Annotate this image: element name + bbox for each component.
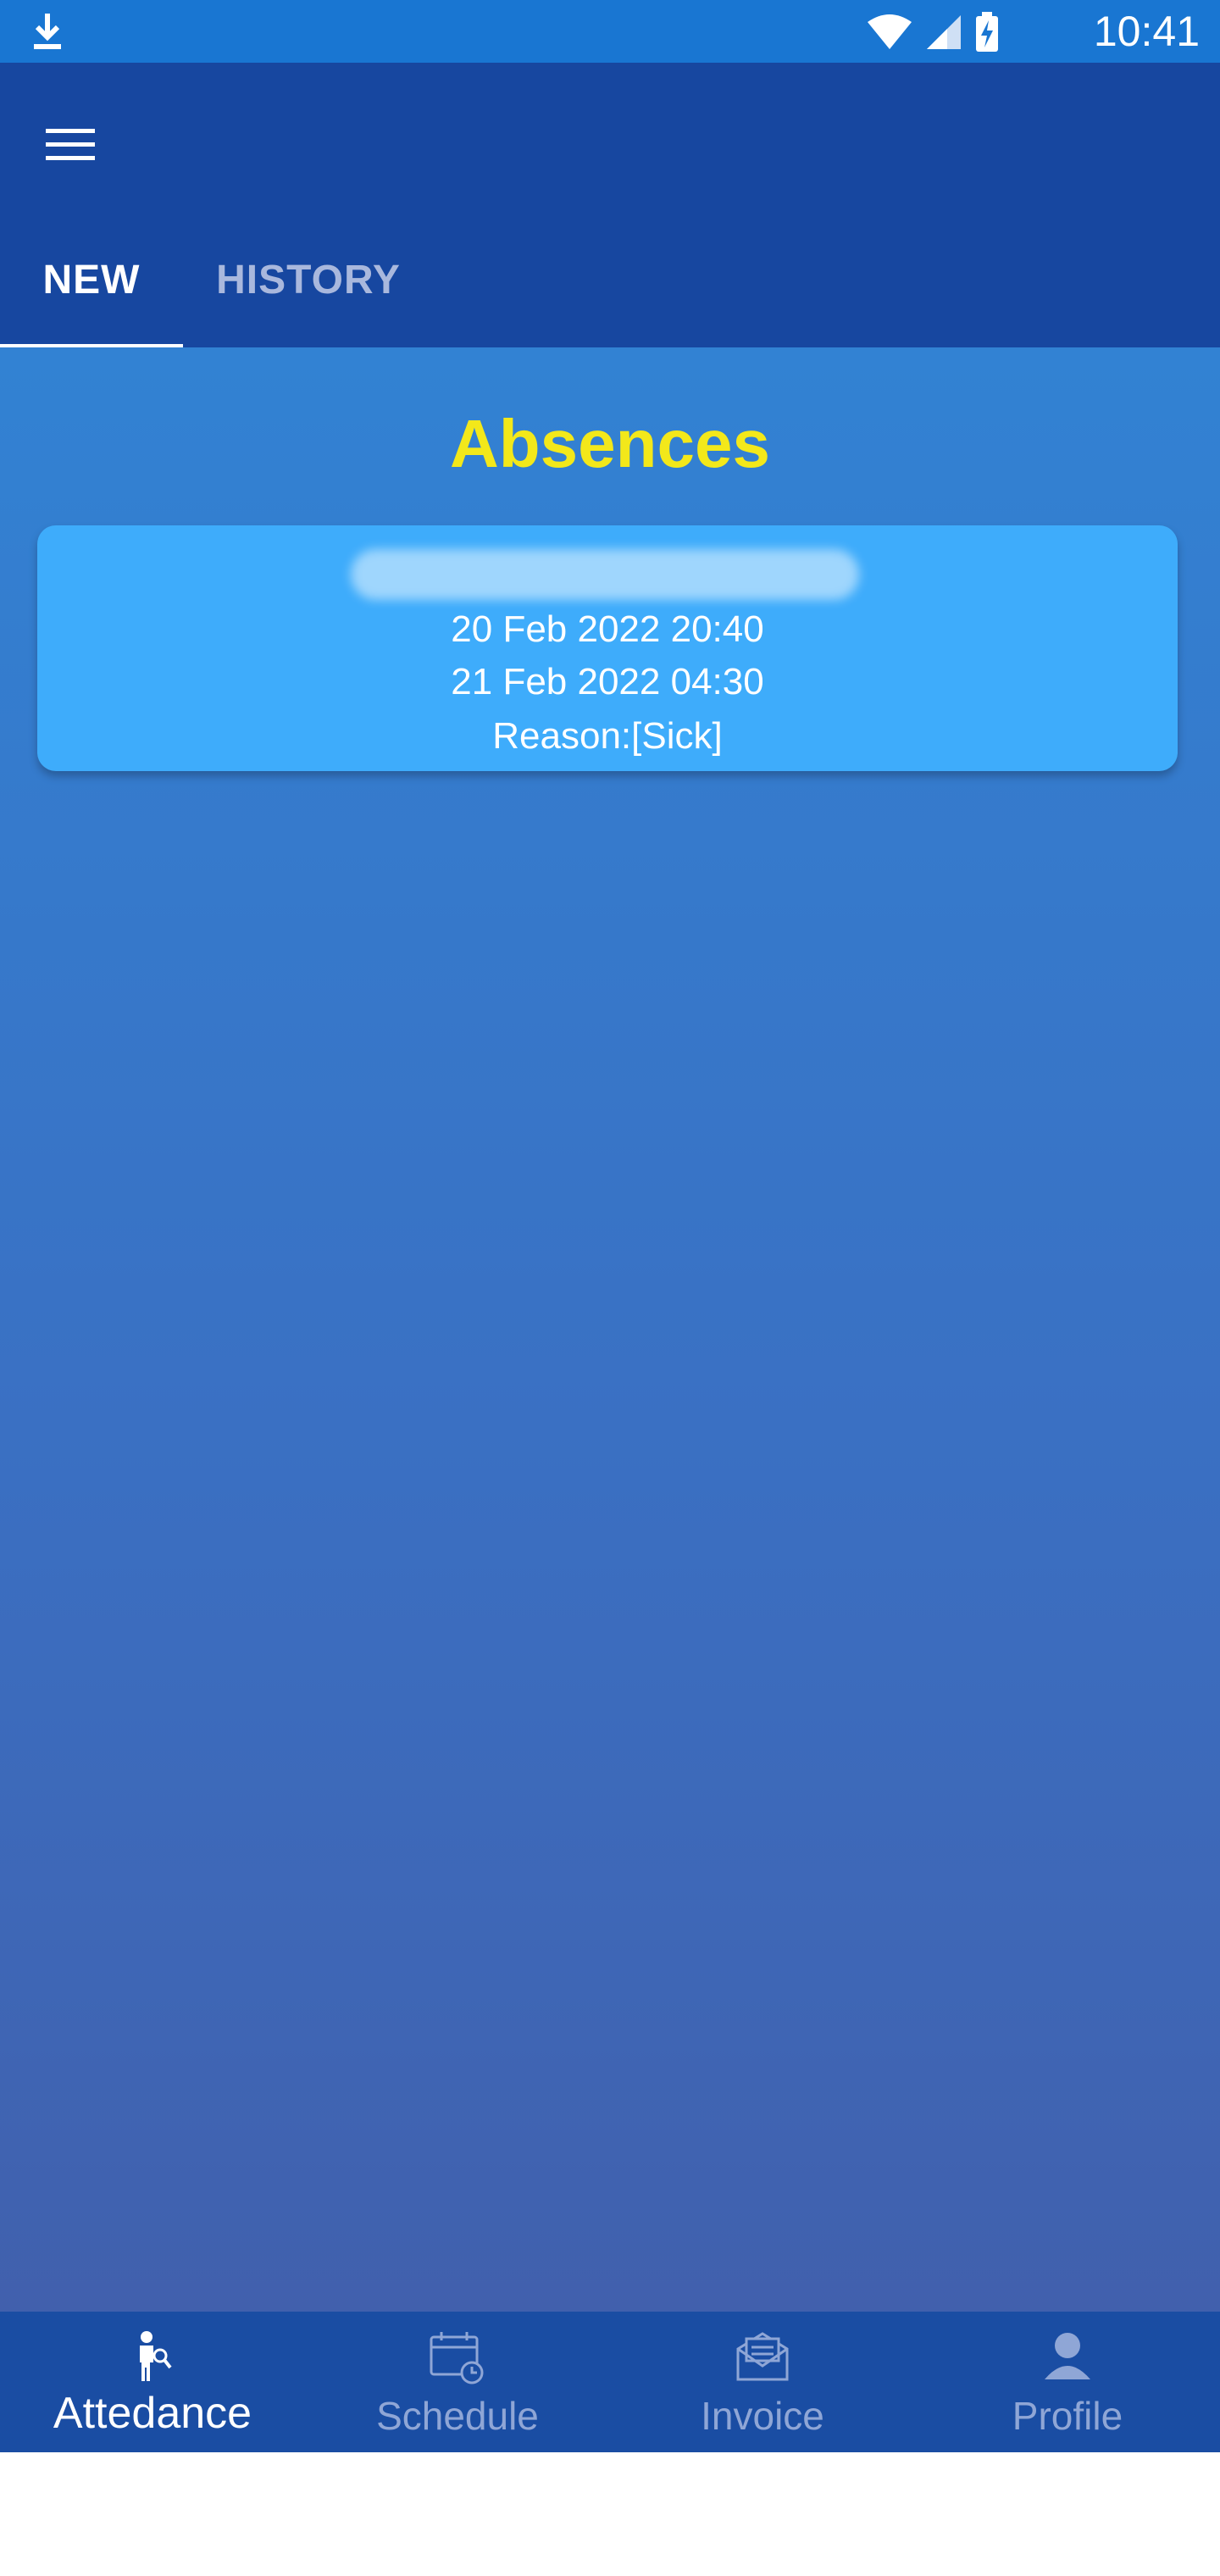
- profile-icon: [1045, 2333, 1090, 2379]
- absence-card[interactable]: 20 Feb 2022 20:40 21 Feb 2022 04:30 Reas…: [37, 525, 1178, 771]
- nav-attendance-label: Attedance: [53, 2389, 252, 2438]
- wifi-icon: [868, 14, 912, 49]
- status-bar: 10:41: [0, 0, 1220, 63]
- invoice-icon: [736, 2332, 789, 2381]
- nav-invoice-label: Invoice: [701, 2394, 824, 2438]
- nav-attendance[interactable]: Attedance: [0, 2312, 305, 2452]
- battery-charging-icon: [976, 12, 998, 52]
- signal-icon: [927, 15, 961, 49]
- absence-reason: Reason:[Sick]: [492, 715, 723, 757]
- nav-profile-label: Profile: [1012, 2394, 1123, 2438]
- nav-invoice[interactable]: Invoice: [610, 2312, 915, 2452]
- absence-end: 21 Feb 2022 04:30: [451, 661, 764, 702]
- calendar-icon: [430, 2332, 484, 2384]
- attendance-icon: [140, 2331, 172, 2381]
- absence-start: 20 Feb 2022 20:40: [451, 608, 764, 650]
- nav-schedule-label: Schedule: [376, 2394, 539, 2438]
- status-time: 10:41: [1093, 8, 1200, 55]
- bottom-nav: Attedance Schedule Invoice Profile: [0, 2312, 1220, 2452]
- download-icon: [34, 14, 61, 49]
- tab-history[interactable]: HISTORY: [183, 210, 434, 349]
- nav-schedule[interactable]: Schedule: [305, 2312, 610, 2452]
- empty-footer-area: [0, 2452, 1220, 2576]
- tab-bar: NEW HISTORY: [0, 210, 434, 349]
- menu-icon[interactable]: [44, 117, 98, 171]
- nav-profile[interactable]: Profile: [915, 2312, 1220, 2452]
- main-content: Absences 20 Feb 2022 20:40 21 Feb 2022 0…: [0, 347, 1220, 2312]
- tab-new[interactable]: NEW: [0, 210, 183, 349]
- redacted-name: [351, 549, 859, 600]
- page-title: Absences: [450, 406, 770, 481]
